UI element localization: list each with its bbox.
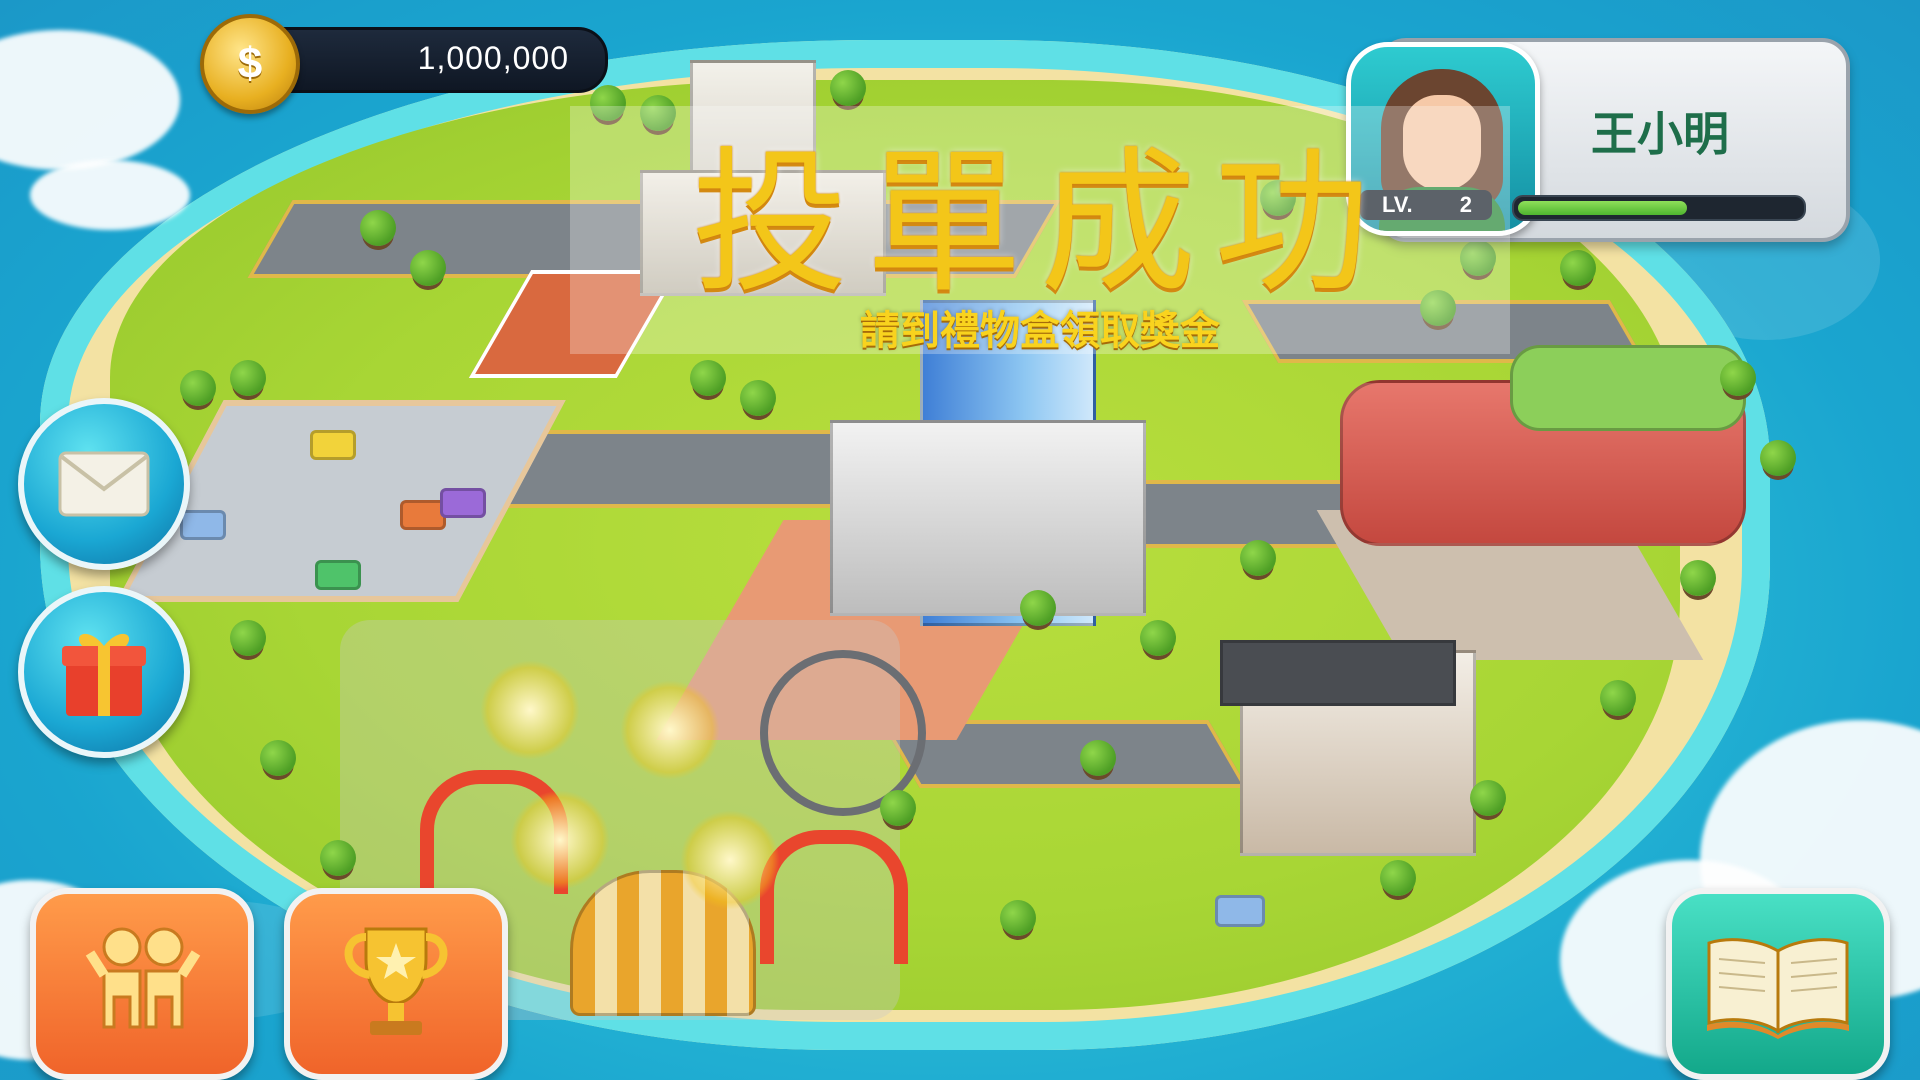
car bbox=[315, 560, 361, 590]
coin-value: 1,000,000 bbox=[417, 40, 569, 76]
friends-icon bbox=[85, 927, 201, 1029]
mall-roof-garden bbox=[1510, 345, 1746, 431]
gift-box-icon bbox=[62, 633, 146, 716]
tree bbox=[320, 840, 356, 876]
tree bbox=[690, 360, 726, 396]
tree bbox=[410, 250, 446, 286]
mail-button[interactable] bbox=[18, 398, 190, 570]
tree bbox=[1140, 620, 1176, 656]
tree bbox=[1020, 590, 1056, 626]
tree bbox=[1600, 680, 1636, 716]
banner-subtitle: 請到禮物盒領取獎金 bbox=[860, 308, 1220, 354]
tree bbox=[1760, 440, 1796, 476]
fireworks bbox=[480, 660, 580, 760]
house-roof bbox=[1220, 640, 1456, 706]
tree bbox=[1240, 540, 1276, 576]
open-book-icon bbox=[1707, 938, 1849, 1039]
tree bbox=[180, 370, 216, 406]
tree bbox=[1000, 900, 1036, 936]
trophy-icon bbox=[344, 927, 448, 1035]
banner-title: 投單成功 bbox=[692, 132, 1388, 314]
gift-button[interactable] bbox=[18, 586, 190, 758]
tree bbox=[360, 210, 396, 246]
tree bbox=[260, 740, 296, 776]
car bbox=[310, 430, 356, 460]
tree bbox=[880, 790, 916, 826]
xp-progress-bar bbox=[1512, 195, 1806, 221]
car bbox=[1215, 895, 1265, 927]
tree bbox=[230, 620, 266, 656]
tree bbox=[230, 360, 266, 396]
player-name: 王小明 bbox=[1591, 107, 1729, 161]
envelope-icon bbox=[58, 451, 150, 517]
leaderboard-button[interactable] bbox=[284, 888, 508, 1080]
fireworks bbox=[680, 810, 780, 910]
tree bbox=[1470, 780, 1506, 816]
tree bbox=[1560, 250, 1596, 286]
cloud bbox=[0, 30, 180, 170]
car bbox=[180, 510, 226, 540]
tree bbox=[1720, 360, 1756, 396]
car bbox=[440, 488, 486, 518]
entrance-arch[interactable] bbox=[760, 830, 908, 964]
fireworks bbox=[510, 790, 610, 890]
friends-button[interactable] bbox=[30, 888, 254, 1080]
tree bbox=[740, 380, 776, 416]
xp-progress-fill bbox=[1518, 201, 1688, 215]
fireworks bbox=[620, 680, 720, 780]
tree bbox=[1080, 740, 1116, 776]
guide-book-button[interactable] bbox=[1666, 888, 1890, 1080]
cloud bbox=[30, 160, 190, 230]
tree bbox=[1380, 860, 1416, 896]
office-podium[interactable] bbox=[830, 420, 1146, 616]
success-banner: 投單成功 請到禮物盒領取獎金 bbox=[570, 106, 1510, 354]
dollar-coin-icon: $ bbox=[200, 14, 300, 114]
tree bbox=[1680, 560, 1716, 596]
